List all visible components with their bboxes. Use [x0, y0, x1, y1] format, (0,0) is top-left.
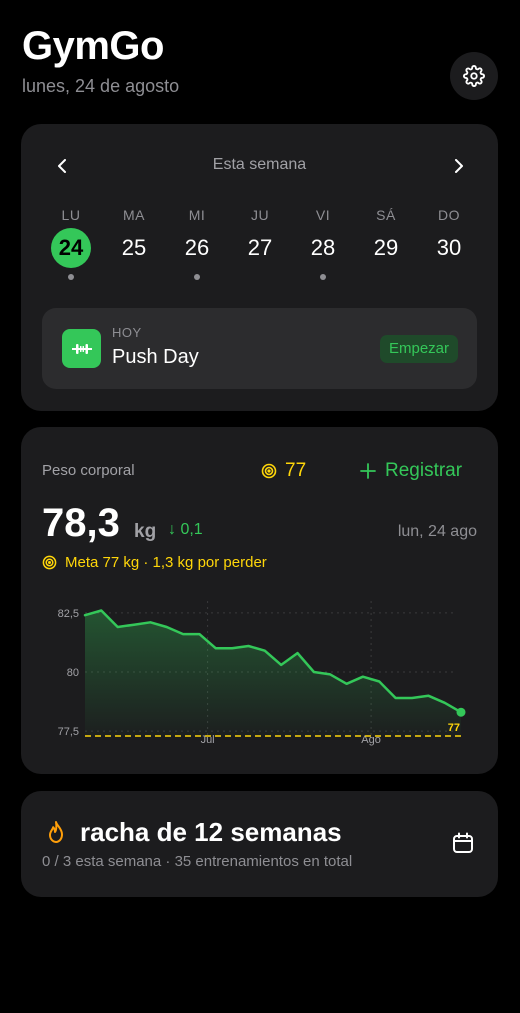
day-letter: DO — [438, 207, 460, 223]
day-wednesday[interactable]: MI 26 — [172, 207, 222, 280]
day-letter: VI — [315, 207, 331, 223]
day-number: 26 — [184, 235, 210, 260]
week-navigation: Esta semana — [21, 154, 498, 178]
workout-dot — [68, 274, 74, 280]
register-label: Registrar — [385, 460, 463, 481]
weight-date: lun, 24 ago — [397, 523, 477, 540]
dumbbell-icon — [62, 329, 101, 368]
week-card: Esta semana LU 24 MA 25 MI 26 JU 27 VI 2… — [21, 124, 498, 411]
y-tick-label: 77,5 — [58, 726, 79, 738]
register-weight-button[interactable]: Registrar — [360, 460, 462, 482]
chevron-right-icon — [455, 159, 463, 173]
goal-line-label: 77 — [448, 722, 460, 734]
flame-icon — [49, 821, 63, 843]
workout-dot — [320, 274, 326, 280]
gear-icon — [463, 65, 485, 87]
day-monday[interactable]: LU 24 — [46, 207, 96, 280]
header-date: lunes, 24 de agosto — [22, 76, 180, 96]
weight-unit: kg — [134, 521, 157, 542]
weight-area — [85, 610, 461, 736]
today-label: HOY — [112, 325, 142, 340]
day-letter: JU — [250, 207, 270, 223]
y-tick-label: 82,5 — [58, 608, 79, 620]
last-data-point — [456, 707, 466, 717]
weight-card: Peso corporal 77 Registrar 78,3 kg ↓ 0,1… — [21, 427, 498, 774]
plus-icon — [360, 463, 376, 479]
next-week-button[interactable] — [443, 154, 473, 178]
day-number: 28 — [310, 235, 336, 260]
streak-subtitle: 0 / 3 esta semana · 35 entrenamientos en… — [42, 853, 353, 870]
day-friday[interactable]: VI 28 — [298, 207, 348, 280]
workout-dot — [194, 274, 200, 280]
weight-chart: 82,58077,5Jul Ago77 — [58, 601, 466, 746]
app-title: GymGo — [22, 24, 164, 68]
day-number: 27 — [247, 235, 273, 260]
settings-button[interactable] — [450, 52, 498, 100]
target-icon — [42, 555, 57, 570]
day-letter: MA — [123, 207, 145, 223]
target-icon — [261, 463, 277, 479]
goal-value: 77 — [285, 460, 307, 481]
current-weight: 78,3 — [42, 501, 120, 545]
today-workout-card[interactable]: HOY Push Day Empezar — [42, 308, 477, 389]
day-number-selected: 24 — [51, 228, 91, 268]
goal-meta: Meta 77 kg · 1,3 kg por perder — [42, 554, 267, 571]
day-letter: MI — [188, 207, 206, 223]
day-sunday[interactable]: DO 30 — [424, 207, 474, 268]
start-workout-button[interactable]: Empezar — [380, 335, 458, 363]
day-thursday[interactable]: JU 27 — [235, 207, 285, 268]
day-number: 30 — [436, 235, 462, 260]
day-tuesday[interactable]: MA 25 — [109, 207, 159, 268]
goal-meta-text: Meta 77 kg · 1,3 kg por perder — [65, 554, 267, 571]
day-saturday[interactable]: SÁ 29 — [361, 207, 411, 268]
streak-title: racha de 12 semanas — [80, 817, 342, 847]
day-letter: LU — [61, 207, 81, 223]
weight-delta: ↓ 0,1 — [168, 521, 203, 538]
streak-card[interactable]: racha de 12 semanas 0 / 3 esta semana · … — [21, 791, 498, 897]
goal-indicator: 77 — [261, 460, 306, 482]
week-title: Esta semana — [212, 156, 307, 173]
day-number: 29 — [373, 235, 399, 260]
weight-title: Peso corporal — [42, 462, 135, 479]
day-letter: SÁ — [376, 207, 396, 223]
day-number: 25 — [121, 235, 147, 260]
today-workout-name: Push Day — [112, 346, 199, 368]
calendar-icon[interactable] — [452, 832, 474, 854]
y-tick-label: 80 — [67, 667, 79, 679]
